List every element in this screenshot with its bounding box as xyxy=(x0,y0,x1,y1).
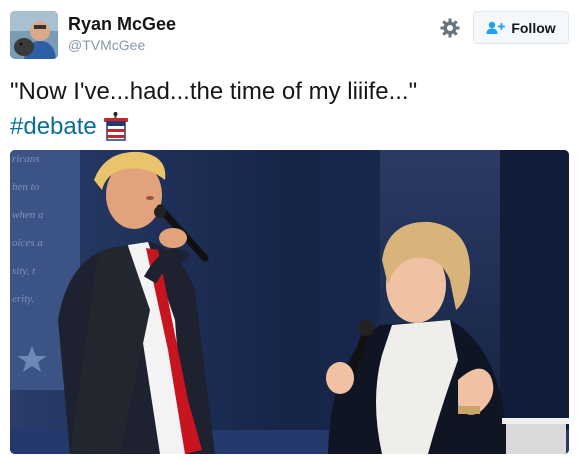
background-text: ricans xyxy=(12,153,40,165)
follow-button[interactable]: Follow xyxy=(473,11,569,44)
background-text: hen to xyxy=(12,181,40,193)
background-text: when a xyxy=(12,209,44,221)
debate-podium-icon xyxy=(103,111,129,142)
follow-user-icon xyxy=(486,21,506,35)
author-name[interactable]: Ryan McGee xyxy=(68,14,176,35)
tweet-text: "Now I've...had...the time of my liiife.… xyxy=(10,74,417,144)
tweet-photo[interactable]: ricans hen to when a oices a sity, t eri… xyxy=(10,150,569,454)
tweet-text-line: "Now I've...had...the time of my liiife.… xyxy=(10,78,418,105)
gear-icon[interactable] xyxy=(439,17,461,39)
author-handle[interactable]: @TVMcGee xyxy=(68,37,145,53)
background-text: oices a xyxy=(12,237,43,249)
background-text: sity, t xyxy=(12,265,36,277)
author-avatar[interactable] xyxy=(10,11,58,59)
hashtag-link[interactable]: #debate xyxy=(10,109,97,144)
follow-label: Follow xyxy=(511,19,556,36)
tweet-card: Ryan McGee @TVMcGee Follow "Now I've...h… xyxy=(0,0,582,462)
hashtag-line: #debate xyxy=(10,109,417,144)
background-text: erity. xyxy=(12,293,34,305)
